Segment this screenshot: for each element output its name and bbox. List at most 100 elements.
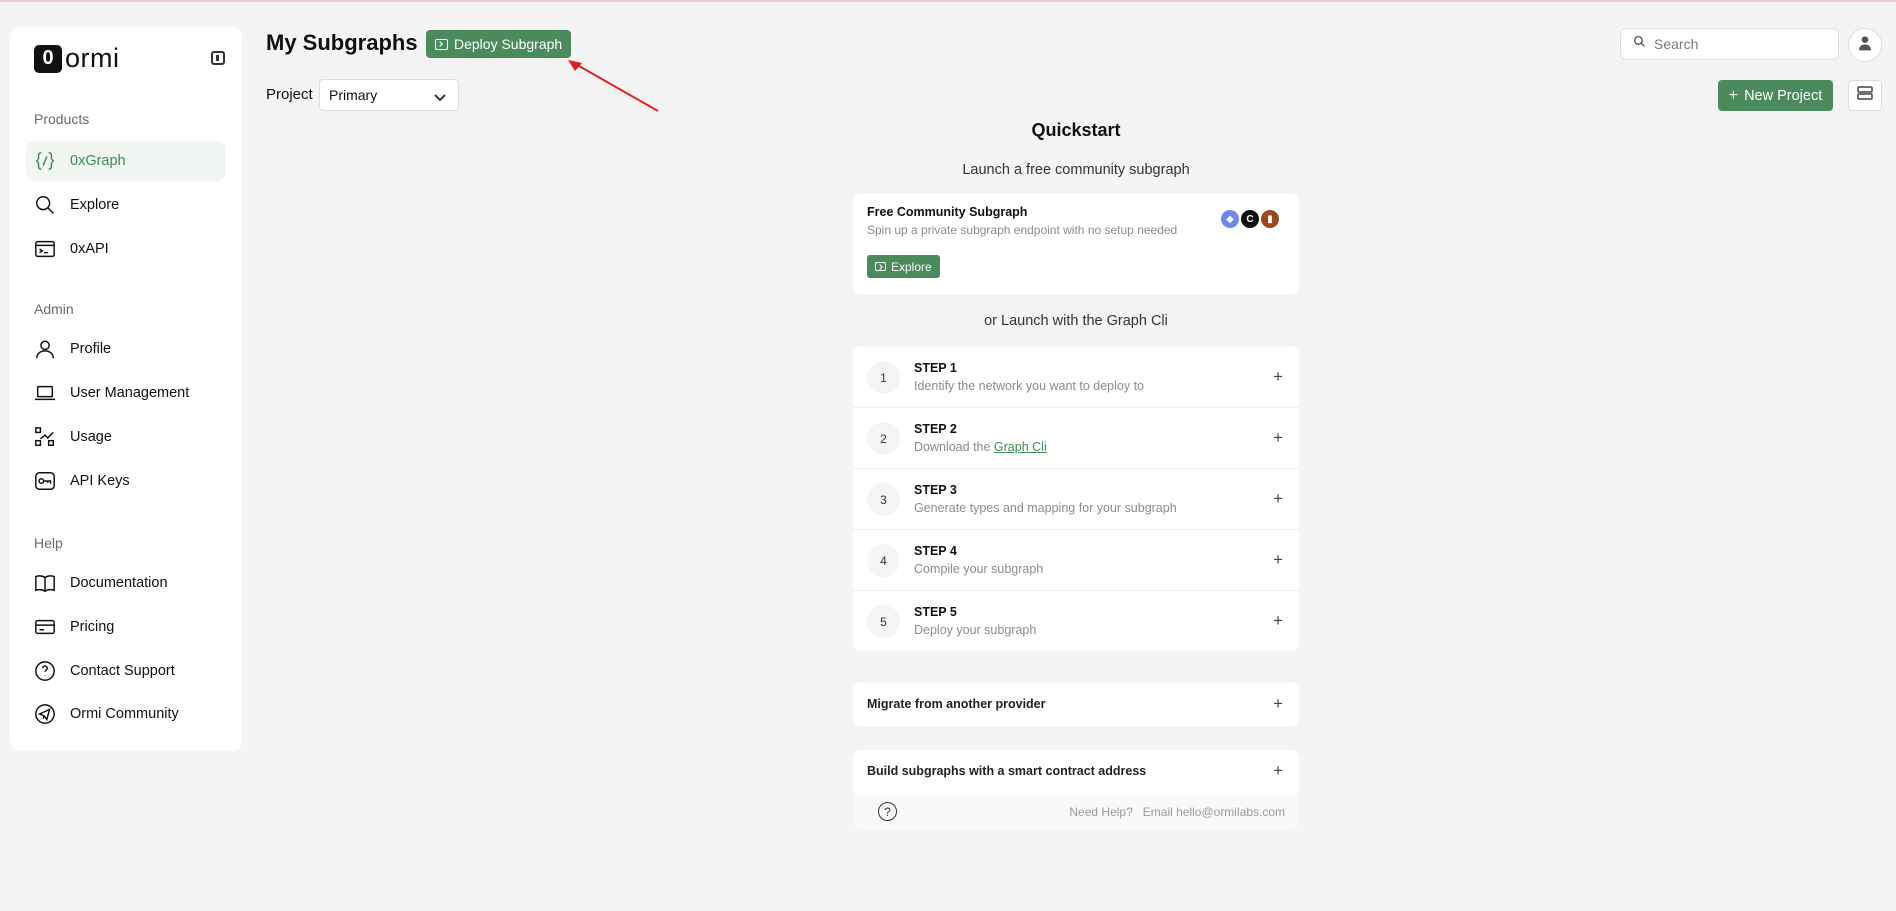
- step-title: STEP 3: [914, 483, 957, 497]
- sidebar-item-label: Contact Support: [70, 663, 175, 679]
- laptop-icon: [34, 382, 56, 404]
- chart-icon: [34, 426, 56, 448]
- sidebar-item-0xapi[interactable]: 0xAPI: [26, 229, 226, 269]
- sidebar-item-contact-support[interactable]: Contact Support: [26, 651, 226, 691]
- code-braces-icon: [34, 150, 56, 172]
- sidebar-item-explore[interactable]: Explore: [26, 185, 226, 225]
- plus-icon[interactable]: +: [1273, 551, 1283, 568]
- avatar[interactable]: [1848, 28, 1882, 62]
- section-label-help: Help: [34, 535, 63, 551]
- plus-icon: +: [1728, 86, 1739, 104]
- help-footer: ? Need Help? Email hello@ormilabs.com: [853, 793, 1299, 830]
- sidebar-item-label: 0xAPI: [70, 241, 109, 257]
- layout-rows-icon: [1857, 86, 1873, 105]
- search-input[interactable]: [1654, 36, 1824, 52]
- logo[interactable]: 0 ormi: [34, 43, 120, 74]
- step-row-3[interactable]: 3 STEP 3 Generate types and mapping for …: [853, 469, 1299, 530]
- build-subgraph-row[interactable]: Build subgraphs with a smart contract ad…: [853, 750, 1299, 830]
- sidebar-item-documentation[interactable]: Documentation: [26, 563, 226, 603]
- sidebar-item-label: Ormi Community: [70, 706, 179, 722]
- help-email[interactable]: Email hello@ormilabs.com: [1143, 805, 1285, 819]
- project-select-value: Primary: [329, 87, 378, 103]
- logo-mark: 0: [34, 44, 62, 73]
- step-row-1[interactable]: 1 STEP 1 Identify the network you want t…: [853, 347, 1299, 408]
- sidebar-item-0xgraph[interactable]: 0xGraph: [26, 141, 226, 181]
- section-label-products: Products: [34, 111, 90, 127]
- search-input-wrapper[interactable]: [1620, 28, 1839, 60]
- steps-card: 1 STEP 1 Identify the network you want t…: [853, 347, 1299, 651]
- help-circle-icon: [34, 660, 56, 682]
- step-description: Compile your subgraph: [914, 562, 1044, 576]
- plus-icon[interactable]: +: [1273, 490, 1283, 507]
- step-number: 3: [867, 483, 900, 516]
- sidebar: 0 ormi Products 0xGraph Explore 0xAPI Ad…: [10, 27, 242, 751]
- step-number: 1: [867, 361, 900, 394]
- step-description: Identify the network you want to deploy …: [914, 379, 1144, 393]
- credit-card-icon: [34, 616, 56, 638]
- plus-icon[interactable]: +: [1273, 612, 1283, 629]
- top-border: [0, 0, 1896, 2]
- plus-icon[interactable]: +: [1273, 368, 1283, 385]
- sidebar-item-label: Pricing: [70, 619, 115, 635]
- terminal-icon: [435, 38, 448, 50]
- layout-toggle-button[interactable]: [1848, 80, 1882, 111]
- sidebar-item-label: API Keys: [70, 473, 130, 489]
- terminal-icon: [34, 238, 56, 260]
- network-logo-icon: ▮: [1259, 208, 1281, 230]
- step-title: STEP 2: [914, 422, 957, 436]
- book-icon: [34, 572, 56, 594]
- or-launch-text: or Launch with the Graph Cli: [984, 313, 1168, 329]
- step-description-text: Download the: [914, 440, 994, 454]
- step-title: STEP 4: [914, 544, 957, 558]
- quickstart-title: Quickstart: [1031, 120, 1121, 140]
- new-project-button[interactable]: + New Project: [1718, 80, 1833, 111]
- sidebar-item-pricing[interactable]: Pricing: [26, 607, 226, 647]
- step-title: STEP 5: [914, 605, 957, 619]
- deploy-subgraph-button[interactable]: Deploy Subgraph: [426, 30, 572, 58]
- explore-label: Explore: [891, 259, 932, 274]
- terminal-icon: [875, 262, 886, 271]
- graph-cli-link[interactable]: Graph Cli: [994, 440, 1047, 454]
- user-avatar-icon: [1857, 35, 1873, 56]
- step-row-4[interactable]: 4 STEP 4 Compile your subgraph +: [853, 530, 1299, 591]
- sidebar-item-usage[interactable]: Usage: [26, 417, 226, 457]
- step-number: 4: [867, 544, 900, 577]
- key-icon: [34, 470, 56, 492]
- sidebar-collapse-icon[interactable]: [211, 51, 225, 65]
- step-row-5[interactable]: 5 STEP 5 Deploy your subgraph +: [853, 591, 1299, 652]
- step-description: Download the Graph Cli: [914, 440, 1047, 454]
- sidebar-item-label: Profile: [70, 341, 112, 357]
- sidebar-item-user-management[interactable]: User Management: [26, 373, 226, 413]
- logo-text: ormi: [65, 43, 120, 73]
- step-row-2[interactable]: 2 STEP 2 Download the Graph Cli +: [853, 408, 1299, 469]
- sidebar-item-label: Explore: [70, 197, 120, 213]
- explore-button[interactable]: Explore: [867, 255, 940, 278]
- help-circle-icon: ?: [878, 802, 897, 821]
- plus-icon[interactable]: +: [1273, 695, 1283, 712]
- search-icon: [34, 194, 56, 216]
- step-number: 5: [867, 605, 900, 638]
- community-subgraph-card: Free Community Subgraph Spin up a privat…: [853, 194, 1299, 294]
- community-card-description: Spin up a private subgraph endpoint with…: [867, 223, 1178, 237]
- plus-icon[interactable]: +: [1273, 762, 1283, 779]
- help-text: Need Help? Email hello@ormilabs.com: [1069, 805, 1285, 819]
- chevron-down-icon: [434, 90, 446, 106]
- sidebar-item-ormi-community[interactable]: Ormi Community: [26, 694, 226, 734]
- sidebar-item-api-keys[interactable]: API Keys: [26, 461, 226, 501]
- migrate-provider-row[interactable]: Migrate from another provider +: [853, 683, 1299, 726]
- migrate-provider-label: Migrate from another provider: [867, 697, 1046, 711]
- new-project-label: New Project: [1744, 87, 1823, 104]
- sidebar-item-profile[interactable]: Profile: [26, 329, 226, 369]
- ethereum-icon: ◆: [1219, 208, 1241, 230]
- project-label: Project: [266, 86, 313, 103]
- chain-logo-icon: C: [1239, 208, 1261, 230]
- deploy-subgraph-label: Deploy Subgraph: [454, 36, 563, 52]
- step-title: STEP 1: [914, 361, 957, 375]
- step-number: 2: [867, 422, 900, 455]
- user-icon: [34, 338, 56, 360]
- project-select[interactable]: Primary: [319, 79, 459, 111]
- search-icon: [1633, 35, 1646, 53]
- plus-icon[interactable]: +: [1273, 429, 1283, 446]
- need-help-label: Need Help?: [1069, 805, 1133, 819]
- build-subgraph-label: Build subgraphs with a smart contract ad…: [867, 764, 1147, 778]
